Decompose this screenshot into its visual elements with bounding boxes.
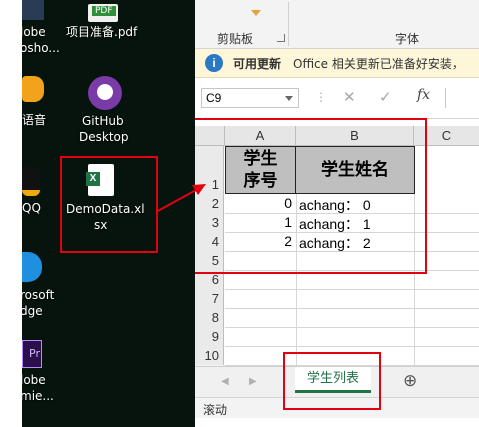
- arrow-head: [192, 184, 206, 195]
- annotation-arrow: [155, 184, 206, 213]
- arrow-line: [155, 189, 197, 213]
